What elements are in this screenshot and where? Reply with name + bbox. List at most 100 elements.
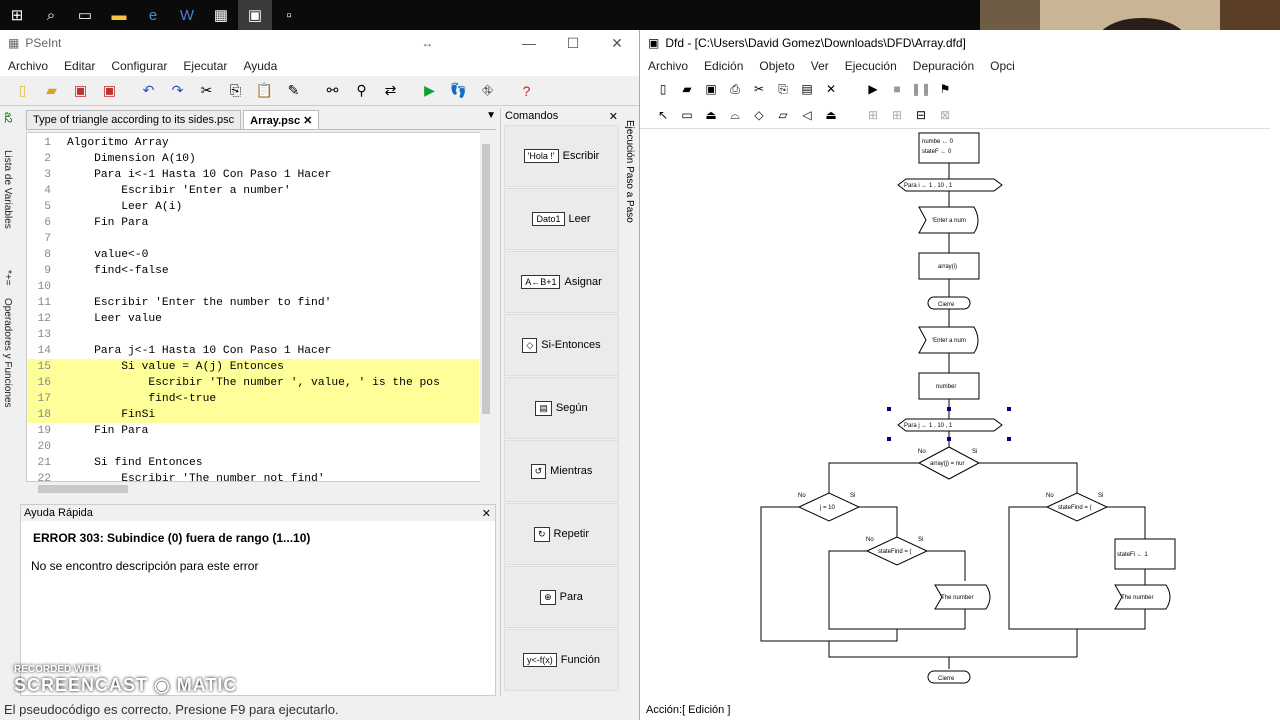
dfd-menu-objeto[interactable]: Objeto — [751, 59, 802, 73]
code-line[interactable]: 16 Escribir 'The number ', value, ' is t… — [27, 375, 479, 391]
flowchart-icon[interactable]: ⛗ — [475, 79, 500, 103]
tab-lista-variables[interactable]: Lista de Variables — [2, 150, 13, 229]
help-icon[interactable]: ? — [514, 79, 539, 103]
flowchart-canvas[interactable]: numbe ← 0 stateF ← 0 Para i ← 1 , 10 , 1… — [640, 128, 1270, 696]
tab-triangle-file[interactable]: Type of triangle according to its sides.… — [26, 110, 242, 129]
cut-icon[interactable]: ✂ — [194, 79, 219, 103]
edit-icon[interactable]: ✎ — [281, 79, 306, 103]
tablet-icon[interactable]: ▦ — [204, 0, 238, 30]
maximize-button[interactable]: ☐ — [551, 35, 595, 52]
read-shape-icon[interactable]: ▱ — [772, 104, 794, 126]
command-repetir[interactable]: ↻ Repetir — [504, 503, 619, 565]
code-line[interactable]: 21 Si find Entonces — [27, 455, 479, 471]
code-line[interactable]: 11 Escribir 'Enter the number to find' — [27, 295, 479, 311]
dfd-icon[interactable]: ▫ — [272, 0, 306, 30]
decision-shape-icon[interactable]: ◇ — [748, 104, 770, 126]
code-line[interactable]: 7 — [27, 231, 479, 247]
loop-shape-icon[interactable]: ⏏ — [700, 104, 722, 126]
dfd-pause-icon[interactable]: ❚❚ — [910, 78, 932, 100]
code-line[interactable]: 8 value<-0 — [27, 247, 479, 263]
while-shape-icon[interactable]: ⌓ — [724, 104, 746, 126]
copy-icon[interactable]: ⎘ — [223, 79, 248, 103]
dfd-step-icon[interactable]: ⚑ — [934, 78, 956, 100]
replace-icon[interactable]: ⇄ — [378, 79, 403, 103]
save-icon[interactable]: ▣ — [68, 79, 93, 103]
code-line[interactable]: 1 Algoritmo Array — [27, 135, 479, 151]
dfd-stop-icon[interactable]: ■ — [886, 78, 908, 100]
dfd-menu-archivo[interactable]: Archivo — [640, 59, 696, 73]
insert2-icon[interactable]: ⊞ — [886, 104, 908, 126]
code-line[interactable]: 3 Para i<-1 Hasta 10 Con Paso 1 Hacer — [27, 167, 479, 183]
code-line[interactable]: 19 Fin Para — [27, 423, 479, 439]
code-line[interactable]: 6 Fin Para — [27, 215, 479, 231]
paste-icon[interactable]: 📋 — [252, 79, 277, 103]
dfd-run-icon[interactable]: ▶ — [862, 78, 884, 100]
dfd-copy-icon[interactable]: ⎘ — [772, 78, 794, 100]
code-editor[interactable]: 1 Algoritmo Array 2 Dimension A(10) 3 Para … — [26, 132, 492, 482]
new-file-icon[interactable]: ▯ — [10, 79, 35, 103]
command-sientonces[interactable]: ◇ Si-Entonces — [504, 314, 619, 376]
code-line[interactable]: 10 — [27, 279, 479, 295]
command-leer[interactable]: Dato1 Leer — [504, 188, 619, 250]
edge-icon[interactable]: e — [136, 0, 170, 30]
code-line[interactable]: 15 Si value = A(j) Entonces — [27, 359, 479, 375]
close-button[interactable]: ✕ — [595, 35, 639, 52]
code-line[interactable]: 2 Dimension A(10) — [27, 151, 479, 167]
tab-array-file[interactable]: Array.psc ✕ — [243, 110, 320, 129]
dfd-save-icon[interactable]: ▣ — [700, 78, 722, 100]
editor-horizontal-scrollbar[interactable] — [26, 482, 478, 496]
code-line[interactable]: 22 Escribir 'The number not find' — [27, 471, 479, 481]
undo-icon[interactable]: ↶ — [136, 79, 161, 103]
tabs-dropdown-icon[interactable]: ▼ — [486, 110, 496, 129]
command-segn[interactable]: ▤ Según — [504, 377, 619, 439]
editor-vertical-scrollbar[interactable] — [480, 132, 492, 482]
tab-operadores-funciones[interactable]: Operadores y Funciones — [2, 298, 13, 408]
dfd-delete-icon[interactable]: ✕ — [820, 78, 842, 100]
code-line[interactable]: 18 FinSi — [27, 407, 479, 423]
close-commands-icon[interactable]: ✕ — [609, 110, 618, 123]
code-line[interactable]: 5 Leer A(i) — [27, 199, 479, 215]
expand-icon[interactable]: ⊟ — [910, 104, 932, 126]
word-icon[interactable]: W — [170, 0, 204, 30]
assign-shape-icon[interactable]: ▭ — [676, 104, 698, 126]
step-icon[interactable]: 👣 — [446, 79, 471, 103]
dfd-paste-icon[interactable]: ▤ — [796, 78, 818, 100]
dfd-menu-ejecucion[interactable]: Ejecución — [837, 59, 905, 73]
dfd-print-icon[interactable]: ⎙ — [724, 78, 746, 100]
dfd-menu-edicion[interactable]: Edición — [696, 59, 751, 73]
code-line[interactable]: 9 find<-false — [27, 263, 479, 279]
command-asignar[interactable]: A←B+1 Asignar — [504, 251, 619, 313]
run-icon[interactable]: ▶ — [417, 79, 442, 103]
code-line[interactable]: 12 Leer value — [27, 311, 479, 327]
dfd-menu-depuracion[interactable]: Depuración — [905, 59, 982, 73]
cursor-icon[interactable]: ↖ — [652, 104, 674, 126]
hscroll-thumb[interactable] — [38, 485, 128, 493]
command-para[interactable]: ⊕ Para — [504, 566, 619, 628]
close-help-icon[interactable]: ✕ — [482, 507, 491, 520]
code-line[interactable]: 4 Escribir 'Enter a number' — [27, 183, 479, 199]
tab-ejecucion-paso-a-paso[interactable]: Ejecución Paso a Paso — [624, 120, 635, 223]
subprogram-shape-icon[interactable]: ⏏ — [820, 104, 842, 126]
write-shape-icon[interactable]: ◁ — [796, 104, 818, 126]
minimize-button[interactable]: — — [507, 35, 551, 52]
task-view-icon[interactable]: ▭ — [68, 0, 102, 30]
dfd-menu-opciones[interactable]: Opci — [982, 59, 1023, 73]
close-tab-icon[interactable]: ✕ — [303, 115, 312, 127]
find-prev-icon[interactable]: ⚲ — [349, 79, 374, 103]
redo-icon[interactable]: ↷ — [165, 79, 190, 103]
command-funcin[interactable]: y<-f(x) Función — [504, 629, 619, 691]
scroll-thumb[interactable] — [482, 144, 490, 414]
code-line[interactable]: 17 find<-true — [27, 391, 479, 407]
dfd-cut-icon[interactable]: ✂ — [748, 78, 770, 100]
pseint-icon[interactable]: ▣ — [238, 0, 272, 30]
dfd-new-icon[interactable]: ▯ — [652, 78, 674, 100]
open-file-icon[interactable]: ▰ — [39, 79, 64, 103]
insert-icon[interactable]: ⊞ — [862, 104, 884, 126]
search-icon[interactable]: ⌕ — [34, 0, 68, 30]
command-escribir[interactable]: 'Hola !' Escribir — [504, 125, 619, 187]
dfd-menu-ver[interactable]: Ver — [803, 59, 837, 73]
save-as-icon[interactable]: ▣ — [97, 79, 122, 103]
dfd-open-icon[interactable]: ▰ — [676, 78, 698, 100]
menu-editar[interactable]: Editar — [56, 59, 103, 73]
collapse-icon[interactable]: ⊠ — [934, 104, 956, 126]
